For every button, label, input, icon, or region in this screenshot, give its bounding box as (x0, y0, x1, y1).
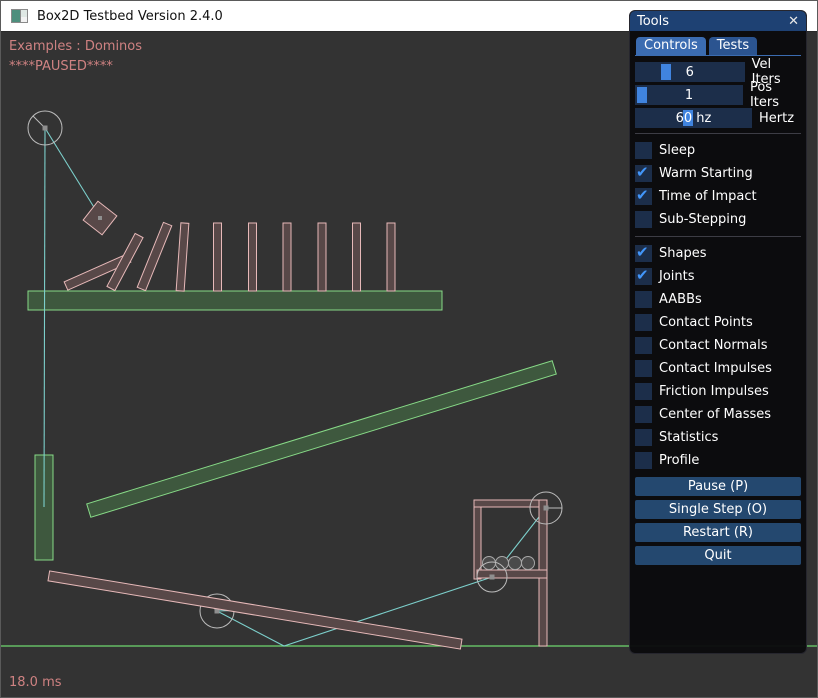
checkbox-row-shapes[interactable]: ✔ Shapes (635, 242, 801, 265)
checkbox-label: Center of Masses (659, 407, 771, 422)
pause-p-button[interactable]: Pause (P) (635, 477, 801, 496)
checkbox[interactable] (635, 314, 652, 331)
checkbox-row-center-of-masses[interactable]: Center of Masses (635, 403, 801, 426)
checkbox[interactable]: ✔ (635, 188, 652, 205)
panel-close-icon[interactable]: ✕ (788, 15, 799, 28)
separator (635, 236, 801, 237)
slider-label: Pos Iters (750, 80, 801, 110)
frame-time-label: 18.0 ms (9, 675, 62, 690)
checkmark-icon: ✔ (636, 186, 649, 204)
checkbox-group-draw: ✔ Shapes ✔ Joints AABBs Contact Points Contact… (635, 242, 801, 472)
checkbox-row-contact-impulses[interactable]: Contact Impulses (635, 357, 801, 380)
checkbox[interactable]: ✔ (635, 268, 652, 285)
slider-row: 6Vel Iters (635, 62, 801, 82)
quit-button[interactable]: Quit (635, 546, 801, 565)
slider-row: 1Pos Iters (635, 85, 801, 105)
checkbox[interactable]: ✔ (635, 165, 652, 182)
slider-group: 6Vel Iters1Pos Iters60 hzHertz (635, 62, 801, 128)
checkbox-row-sleep[interactable]: Sleep (635, 139, 801, 162)
action-buttons: Pause (P) Single Step (O) Restart (R) Quit (635, 477, 801, 565)
checkmark-icon: ✔ (636, 163, 649, 181)
checkbox-row-aabbs[interactable]: AABBs (635, 288, 801, 311)
checkbox-label: AABBs (659, 292, 702, 307)
frame-structure[interactable] (474, 500, 547, 646)
checkbox-row-profile[interactable]: Profile (635, 449, 801, 472)
checkbox-row-warm-starting[interactable]: ✔ Warm Starting (635, 162, 801, 185)
separator (635, 133, 801, 134)
app-icon (11, 9, 28, 23)
checkbox-row-statistics[interactable]: Statistics (635, 426, 801, 449)
upright-dominos[interactable] (214, 223, 396, 291)
checkbox[interactable] (635, 291, 652, 308)
checkbox-label: Joints (659, 269, 695, 284)
checkbox-label: Shapes (659, 246, 706, 261)
checkbox-row-contact-normals[interactable]: Contact Normals (635, 334, 801, 357)
tools-panel-titlebar[interactable]: Tools ✕ (630, 11, 806, 31)
checkbox-label: Friction Impulses (659, 384, 769, 399)
slider-value: 6 (635, 62, 745, 82)
checkbox[interactable] (635, 337, 652, 354)
slider-value: 1 (635, 85, 743, 105)
example-label: Examples : Dominos (9, 39, 142, 54)
checkmark-icon: ✔ (636, 266, 649, 284)
slider-track[interactable]: 6 (635, 62, 745, 82)
checkbox-group-solver: Sleep ✔ Warm Starting ✔ Time of Impact Sub-St… (635, 139, 801, 231)
slider-label: Hertz (759, 111, 794, 126)
checkbox-row-time-of-impact[interactable]: ✔ Time of Impact (635, 185, 801, 208)
checkbox-row-friction-impulses[interactable]: Friction Impulses (635, 380, 801, 403)
fallen-dominos[interactable] (64, 222, 189, 291)
tab-bar: ControlsTests (635, 37, 801, 56)
checkbox-label: Contact Impulses (659, 361, 772, 376)
checkbox-row-contact-points[interactable]: Contact Points (635, 311, 801, 334)
tab-controls[interactable]: Controls (636, 37, 706, 55)
tools-panel: Tools ✕ ControlsTests 6Vel Iters1Pos Ite… (629, 10, 807, 654)
checkbox-label: Contact Points (659, 315, 753, 330)
checkbox-label: Sub-Stepping (659, 212, 746, 227)
restart-r-button[interactable]: Restart (R) (635, 523, 801, 542)
app-window: Box2D Testbed Version 2.4.0 ✕ Examples :… (0, 0, 818, 698)
angled-plank-static (87, 361, 557, 518)
checkbox[interactable] (635, 383, 652, 400)
checkbox[interactable]: ✔ (635, 245, 652, 262)
checkbox-label: Warm Starting (659, 166, 753, 181)
window-title: Box2D Testbed Version 2.4.0 (37, 9, 223, 24)
checkbox-label: Statistics (659, 430, 718, 445)
slider-row: 60 hz Hertz (635, 108, 801, 128)
single-step-o-button[interactable]: Single Step (O) (635, 500, 801, 519)
checkbox-label: Time of Impact (659, 189, 757, 204)
tools-panel-title: Tools (637, 14, 669, 29)
checkbox-row-sub-stepping[interactable]: Sub-Stepping (635, 208, 801, 231)
slider-track[interactable]: 1 (635, 85, 743, 105)
checkbox[interactable] (635, 211, 652, 228)
checkbox-row-joints[interactable]: ✔ Joints (635, 265, 801, 288)
checkbox-label: Sleep (659, 143, 695, 158)
checkbox[interactable] (635, 429, 652, 446)
tab-tests[interactable]: Tests (709, 37, 757, 55)
checkbox[interactable] (635, 142, 652, 159)
bob-center-point (98, 216, 102, 220)
checkmark-icon: ✔ (636, 243, 649, 261)
checkbox-label: Contact Normals (659, 338, 768, 353)
checkbox[interactable] (635, 452, 652, 469)
checkbox[interactable] (635, 360, 652, 377)
checkbox[interactable] (635, 406, 652, 423)
seesaw-plank[interactable] (48, 571, 462, 649)
checkbox-label: Profile (659, 453, 699, 468)
platform-static (28, 291, 442, 310)
slider-value: 60 hz (635, 108, 752, 128)
slider-track[interactable]: 60 hz (635, 108, 752, 128)
shelf-balls[interactable] (483, 557, 535, 570)
paused-label: ****PAUSED**** (9, 59, 113, 74)
